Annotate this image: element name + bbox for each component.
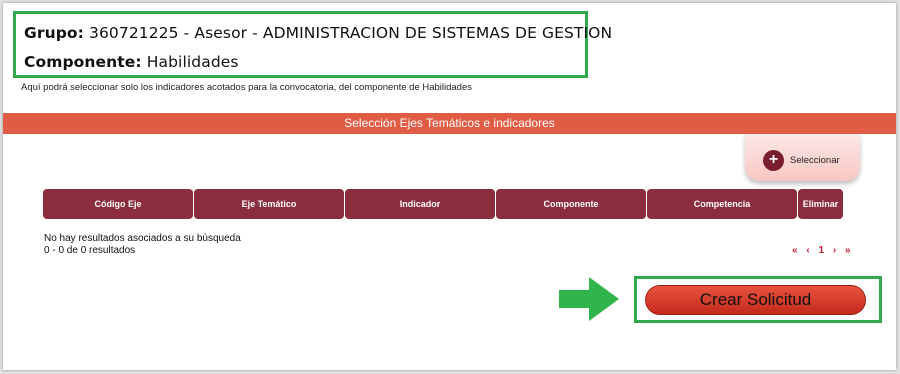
table-header: Código Eje Eje Temático Indicador Compon…: [43, 189, 843, 219]
prev-page-button[interactable]: ‹: [806, 245, 809, 256]
column-header-competencia[interactable]: Competencia: [647, 189, 797, 219]
plus-circle-icon: +: [763, 150, 784, 171]
column-header-eliminar: Eliminar: [798, 189, 843, 219]
grupo-label: Grupo:: [24, 24, 84, 42]
componente-value: Habilidades: [146, 53, 239, 71]
description-text: Aquí podrá seleccionar solo los indicado…: [21, 82, 473, 93]
results-summary: 0 - 0 de 0 resultados: [44, 245, 136, 256]
section-title-bar: Selección Ejes Temáticos e indicadores: [3, 113, 896, 134]
column-header-componente[interactable]: Componente: [496, 189, 646, 219]
componente-label: Componente:: [24, 53, 142, 71]
info-highlight-box: Grupo: 360721225 - Asesor - ADMINISTRACI…: [13, 11, 612, 78]
empty-results: No hay resultados asociados a su búsqued…: [44, 233, 241, 257]
first-page-button[interactable]: «: [792, 245, 798, 256]
column-header-indicador[interactable]: Indicador: [345, 189, 495, 219]
grupo-value: 360721225 - Asesor - ADMINISTRACION DE S…: [88, 24, 613, 42]
seleccionar-button[interactable]: + Seleccionar: [745, 134, 860, 181]
page-number[interactable]: 1: [818, 245, 824, 256]
grupo-line: Grupo: 360721225 - Asesor - ADMINISTRACI…: [24, 24, 612, 42]
column-header-codigo-eje[interactable]: Código Eje: [43, 189, 193, 219]
empty-message: No hay resultados asociados a su búsqued…: [44, 233, 241, 244]
green-arrow-icon: [559, 277, 619, 321]
next-page-button[interactable]: ›: [833, 245, 836, 256]
crear-solicitud-highlight: Crear Solicitud: [634, 276, 882, 323]
pagination: « ‹ 1 › »: [792, 245, 857, 256]
componente-line: Componente: Habilidades: [24, 53, 239, 71]
column-header-eje-tematico[interactable]: Eje Temático: [194, 189, 344, 219]
last-page-button[interactable]: »: [845, 245, 851, 256]
crear-solicitud-button[interactable]: Crear Solicitud: [645, 285, 866, 315]
seleccionar-label: Seleccionar: [790, 155, 840, 166]
